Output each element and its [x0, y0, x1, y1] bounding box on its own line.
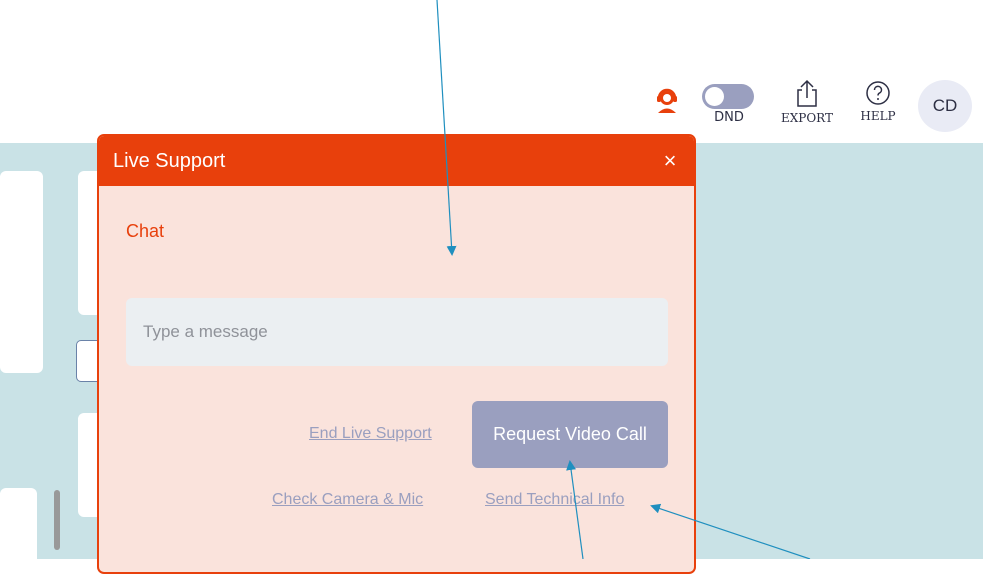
chat-label: Chat: [126, 221, 165, 241]
dnd-toggle[interactable]: [702, 84, 754, 109]
panel-title: Live Support: [113, 150, 226, 172]
toggle-knob: [705, 87, 724, 106]
support-agent-icon[interactable]: [653, 86, 681, 114]
export-label: EXPORT: [780, 111, 834, 125]
background-card: [0, 171, 43, 373]
dnd-label: DND: [714, 110, 744, 125]
share-export-icon: [797, 79, 817, 107]
message-input[interactable]: [126, 298, 668, 366]
send-technical-info-link[interactable]: Send Technical Info: [485, 491, 624, 509]
user-avatar[interactable]: CD: [918, 80, 972, 132]
background-scrollbar: [54, 490, 60, 550]
export-button[interactable]: EXPORT: [774, 78, 840, 125]
help-button[interactable]: HELP: [854, 80, 902, 123]
request-video-call-button[interactable]: Request Video Call: [472, 401, 668, 468]
background-card: [0, 488, 37, 568]
end-live-support-link[interactable]: End Live Support: [309, 425, 432, 443]
close-icon[interactable]: ×: [658, 149, 682, 173]
top-bar: DND EXPORT HELP CD: [0, 0, 983, 143]
check-camera-mic-link[interactable]: Check Camera & Mic: [272, 491, 423, 509]
question-circle-icon: [866, 81, 890, 105]
panel-header: Live Support ×: [99, 136, 694, 186]
help-label: HELP: [860, 109, 896, 123]
live-support-panel: Live Support × Chat End Live Support Req…: [97, 134, 696, 574]
